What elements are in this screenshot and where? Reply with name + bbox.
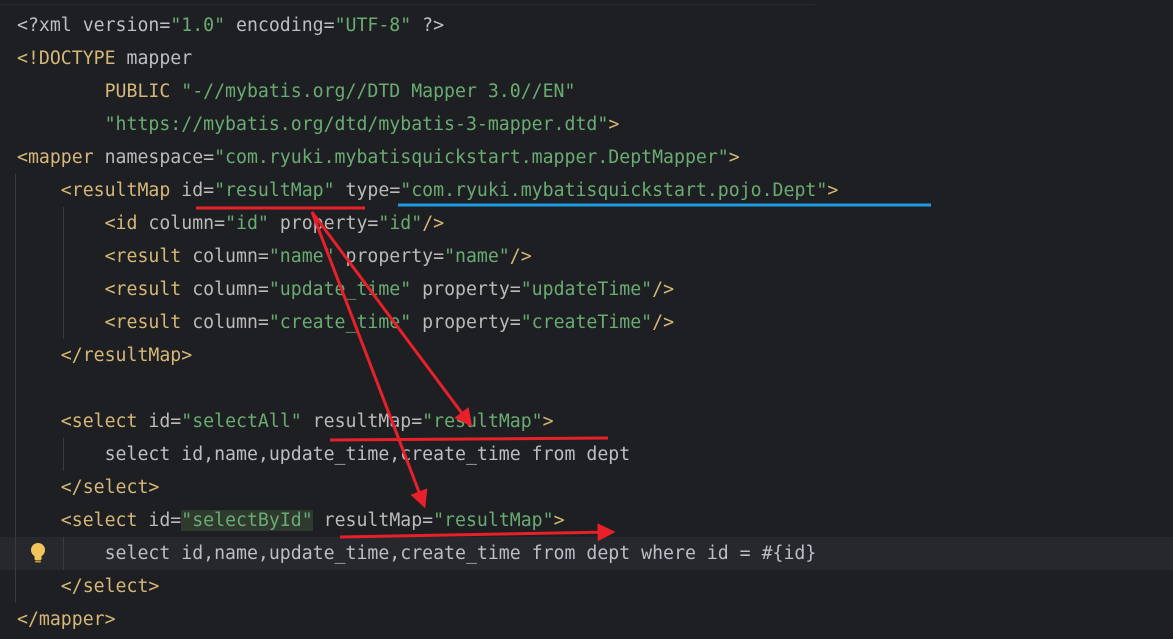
code-token: "id" [225,213,269,234]
code-token: <!DOCTYPE [17,48,127,69]
code-token: "1.0" [170,15,226,36]
code-token: "UTF-8" [334,15,412,36]
code-token: /> [422,213,445,234]
code-line[interactable]: <result column="update_time" property="u… [17,273,674,306]
code-token: ?> [411,15,445,36]
code-token: </mapper> [17,609,116,630]
code-line[interactable]: <!DOCTYPE mapper [17,42,192,75]
code-token: </resultMap> [17,345,193,366]
code-token: <result [17,312,193,333]
code-token: "com.ryuki.mybatisquickstart.pojo.Dept" [400,180,828,201]
code-line[interactable]: </select> [17,471,160,504]
code-token: "create_time" [268,312,412,333]
code-line[interactable]: <id column="id" property="id"/> [17,207,445,240]
code-token: select id,name,update_time,create_time f… [17,543,817,564]
code-token: <result [17,279,193,300]
code-token: <select [17,510,149,531]
code-token: column= [192,246,269,267]
code-token: column= [192,279,269,300]
code-token: "resultMap" [422,411,543,432]
code-line[interactable]: <select id="selectById" resultMap="resul… [17,504,565,537]
code-token: </select> [17,576,160,597]
code-line[interactable]: <resultMap id="resultMap" type="com.ryuk… [17,174,838,207]
code-token: property= [411,312,521,333]
code-line[interactable]: PUBLIC "-//mybatis.org//DTD Mapper 3.0//… [17,75,576,108]
code-token: select id,name,update_time,create_time f… [17,444,631,465]
code-token: type= [345,180,401,201]
code-token: property= [334,246,445,267]
code-token: column= [192,312,269,333]
code-line[interactable]: </resultMap> [17,339,192,372]
code-line[interactable]: select id,name,update_time,create_time f… [17,438,631,471]
code-token: /> [509,246,532,267]
code-token: <select [17,411,149,432]
code-token: <id [17,213,149,234]
code-token: id= [181,180,215,201]
code-line[interactable]: </mapper> [17,603,116,636]
code-token: <resultMap [17,180,182,201]
indent-guide-mapper [15,174,16,603]
code-token: encoding= [225,15,335,36]
code-line[interactable]: <select id="selectAll" resultMap="result… [17,405,554,438]
code-token: "name" [444,246,510,267]
code-line[interactable]: <?xml version="1.0" encoding="UTF-8" ?> [17,9,444,42]
code-token: > [827,180,839,201]
code-token: > [728,147,740,168]
code-token: "https://mybatis.org/dtd/mybatis-3-mappe… [104,114,609,135]
code-token: "selectAll" [181,411,302,432]
code-token: </select> [17,477,160,498]
code-token: namespace= [104,147,215,168]
code-token: "update_time" [268,279,412,300]
code-token: /> [652,279,675,300]
code-token: <?xml version= [17,15,171,36]
code-token: id= [148,510,182,531]
code-line[interactable]: <result column="name" property="name"/> [17,240,532,273]
code-token: "resultMap" [214,180,335,201]
code-token: resultMap= [312,510,434,531]
lightbulb-icon[interactable] [27,541,49,565]
code-token: "id" [378,213,423,234]
code-token: property= [268,213,379,234]
code-token: > [542,411,554,432]
code-token: id= [148,411,182,432]
code-line[interactable]: select id,name,update_time,create_time f… [17,537,817,570]
code-token: property= [411,279,521,300]
code-token: PUBLIC [17,81,182,102]
code-token: "name" [268,246,335,267]
code-token: "resultMap" [433,510,554,531]
code-token: "updateTime" [520,279,653,300]
code-token: > [608,114,620,135]
code-token: "createTime" [520,312,653,333]
code-token: > [553,510,565,531]
code-line[interactable]: "https://mybatis.org/dtd/mybatis-3-mappe… [17,108,620,141]
code-line[interactable]: <result column="create_time" property="c… [17,306,674,339]
code-token: <mapper [17,147,105,168]
code-token: "com.ryuki.mybatisquickstart.mapper.Dept… [214,147,729,168]
code-editor[interactable]: <?xml version="1.0" encoding="UTF-8" ?> <… [0,0,1173,639]
code-token: "-//mybatis.org//DTD Mapper 3.0//EN" [181,81,576,102]
code-line[interactable]: </select> [17,570,160,603]
code-token: "selectById" [181,510,313,531]
code-token: column= [148,213,226,234]
code-token: mapper [126,48,193,69]
editor-top-border [0,4,815,5]
code-token: /> [652,312,675,333]
code-token: resultMap= [301,411,423,432]
code-token: <result [17,246,193,267]
code-line[interactable]: <mapper namespace="com.ryuki.mybatisquic… [17,141,740,174]
